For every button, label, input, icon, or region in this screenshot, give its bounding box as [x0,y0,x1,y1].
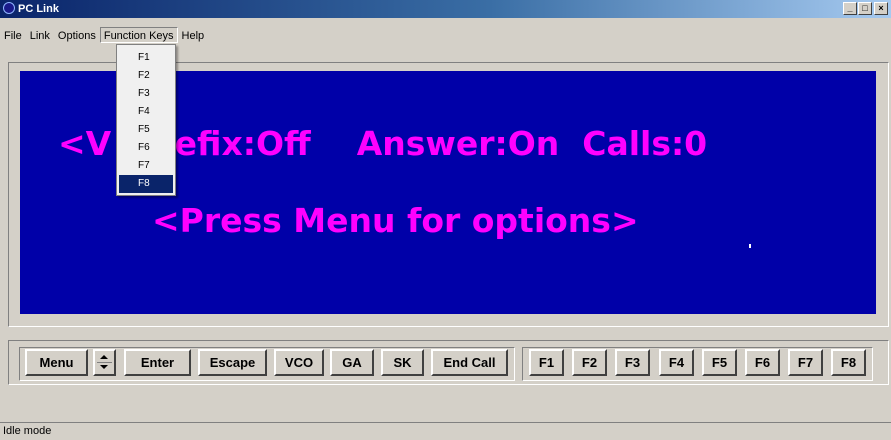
arrow-down-icon[interactable] [100,365,108,369]
escape-button[interactable]: Escape [198,349,267,376]
spinner-divider [97,362,112,363]
function-keys-dropdown: F1 F2 F3 F4 F5 F6 F7 F8 [116,44,176,196]
enter-button[interactable]: Enter [124,349,191,376]
dropdown-item-f4[interactable]: F4 [117,103,175,121]
display-cursor [749,244,751,248]
f8-button[interactable]: F8 [831,349,866,376]
menu-button[interactable]: Menu [25,349,88,376]
f2-button[interactable]: F2 [572,349,607,376]
f4-button[interactable]: F4 [659,349,694,376]
status-text: Idle mode [3,425,52,437]
f1-button[interactable]: F1 [529,349,564,376]
dropdown-item-f6[interactable]: F6 [117,139,175,157]
menu-options[interactable]: Options [54,27,100,43]
menu-help[interactable]: Help [178,27,209,43]
menu-file[interactable]: File [0,27,26,43]
dropdown-item-f3[interactable]: F3 [117,85,175,103]
window-title: PC Link [18,3,59,15]
end-call-button[interactable]: End Call [431,349,508,376]
dropdown-item-f5[interactable]: F5 [117,121,175,139]
status-bar: Idle mode [0,422,891,440]
dropdown-item-f7[interactable]: F7 [117,157,175,175]
app-icon [3,2,15,14]
vco-button[interactable]: VCO [274,349,324,376]
dropdown-item-f8[interactable]: F8 [119,175,173,193]
arrow-up-icon[interactable] [100,355,108,359]
title-bar[interactable]: PC Link _ □ × [0,0,891,18]
f7-button[interactable]: F7 [788,349,823,376]
display-prompt-line: <Press Menu for options> [152,201,639,240]
dropdown-item-f2[interactable]: F2 [117,67,175,85]
menu-bar: File Link Options Function Keys Help [0,27,208,44]
f3-button[interactable]: F3 [615,349,650,376]
ga-button[interactable]: GA [330,349,374,376]
dropdown-item-f1[interactable]: F1 [117,49,175,67]
sk-button[interactable]: SK [381,349,424,376]
minimize-button[interactable]: _ [843,2,857,15]
f5-button[interactable]: F5 [702,349,737,376]
menu-link[interactable]: Link [26,27,54,43]
maximize-button[interactable]: □ [858,2,872,15]
close-button[interactable]: × [874,2,888,15]
spinner-control[interactable] [93,349,116,376]
menu-function-keys[interactable]: Function Keys [99,27,178,43]
f6-button[interactable]: F6 [745,349,780,376]
